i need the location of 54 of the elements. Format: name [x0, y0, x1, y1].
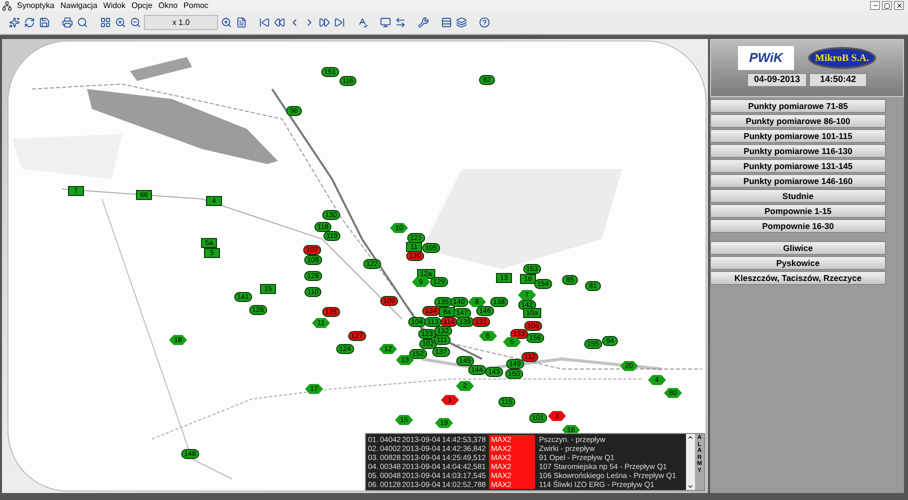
restore-icon — [884, 2, 890, 8]
restore-button[interactable] — [882, 1, 892, 10]
help-icon[interactable] — [478, 16, 491, 29]
menu-item[interactable]: Synoptyka — [14, 0, 58, 12]
preview-icon[interactable] — [76, 16, 89, 29]
navigation-button[interactable]: Pompownie 1-15 — [710, 204, 886, 218]
lake — [130, 57, 192, 81]
last-icon[interactable] — [333, 16, 346, 29]
zoom-out-icon[interactable] — [129, 16, 142, 29]
tools-icon[interactable] — [417, 16, 430, 29]
menu-item[interactable]: Pomoc — [180, 0, 212, 12]
close-icon — [896, 2, 902, 9]
navigation-button[interactable]: Gliwice — [710, 241, 886, 255]
navigation-button[interactable]: Pompownie 16-30 — [710, 219, 886, 233]
fast-forward-icon[interactable] — [318, 16, 331, 29]
scroll-down-icon[interactable] — [687, 483, 694, 490]
navigation-button[interactable]: Punkty pomiarowe 71-85 — [710, 99, 886, 113]
minimize-button[interactable] — [870, 1, 880, 10]
navigation-button[interactable]: Punkty pomiarowe 86-100 — [710, 114, 886, 128]
navigation-button[interactable]: Punkty pomiarowe 101-115 — [710, 129, 886, 143]
printer-icon[interactable] — [61, 16, 74, 29]
navigation-button[interactable]: Kleszczów, Taciszów, Rzeczyce — [710, 271, 886, 285]
minimize-icon — [872, 2, 878, 9]
zoom-in-icon[interactable] — [114, 16, 127, 29]
refresh-icon[interactable] — [23, 16, 36, 29]
navigation-button[interactable]: Punkty pomiarowe 116-130 — [710, 144, 886, 158]
swap-icon[interactable] — [394, 16, 407, 29]
close-button[interactable] — [894, 1, 904, 10]
rows-icon[interactable] — [440, 16, 453, 29]
star-icon[interactable] — [8, 16, 21, 29]
time-display: 14:50:42 — [809, 73, 867, 87]
scroll-up-icon[interactable] — [687, 434, 694, 441]
zoom-field[interactable]: x 1.0 — [144, 15, 218, 30]
grid-icon[interactable] — [99, 16, 112, 29]
navigation-button[interactable]: Punkty pomiarowe 131-145 — [710, 159, 886, 173]
date-display: 04-09-2013 — [747, 73, 807, 87]
menu-item[interactable]: Opcje — [128, 0, 156, 12]
layers-icon[interactable] — [455, 16, 468, 29]
save-icon[interactable] — [38, 16, 51, 29]
scrollbar[interactable] — [686, 434, 695, 490]
document-icon[interactable] — [235, 16, 248, 29]
zoom-icon[interactable] — [220, 16, 233, 29]
navigation-button[interactable]: Pyskowice — [710, 256, 886, 270]
menu-item[interactable]: Widok — [100, 0, 128, 12]
menu-item[interactable]: Nawigacja — [57, 0, 100, 12]
menu-item[interactable]: Okno — [155, 0, 181, 12]
app-icon — [2, 0, 12, 10]
rewind-icon[interactable] — [273, 16, 286, 29]
first-icon[interactable] — [258, 16, 271, 29]
navigation-button[interactable]: Punkty pomiarowe 146-160 — [710, 174, 886, 188]
company-logo: PWiK — [738, 46, 794, 70]
navigation-button[interactable]: Studnie — [710, 189, 886, 203]
company-logo: MikroB S.A. — [808, 47, 876, 69]
monitor-icon[interactable] — [379, 16, 392, 29]
